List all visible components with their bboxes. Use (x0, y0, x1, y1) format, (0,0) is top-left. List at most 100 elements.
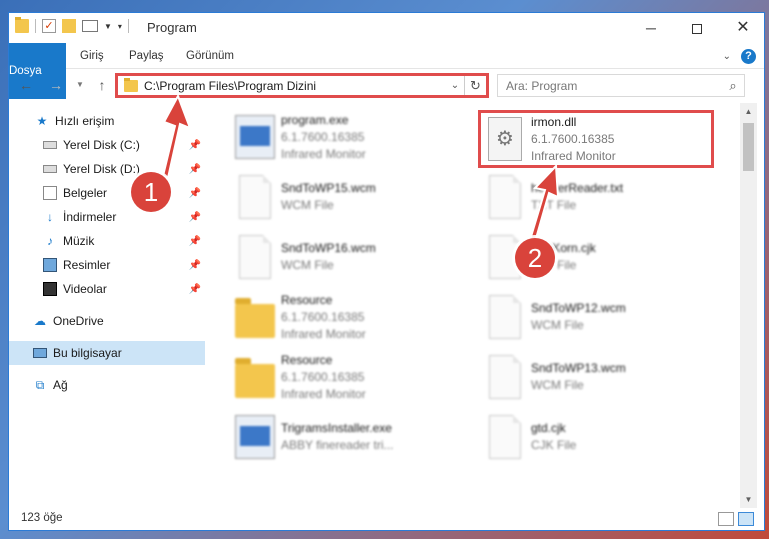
title-bar: ✓ ▼ ▾ Program ─ ✕ (9, 13, 764, 43)
scroll-down-icon[interactable]: ▼ (740, 491, 757, 508)
forward-button[interactable]: → (45, 75, 67, 95)
file-name: headerReader.txt (531, 181, 624, 195)
sidebar-item-downloads[interactable]: ↓ İndirmeler 📌 (9, 205, 205, 229)
document-icon (239, 235, 271, 279)
sidebar-item-this-pc[interactable]: Bu bilgisayar (9, 341, 205, 365)
file-item[interactable]: TrigramsInstaller.exe ABBY finereader tr… (229, 409, 469, 465)
document-icon (489, 295, 521, 339)
sidebar-item-documents[interactable]: Belgeler 📌 (9, 181, 205, 205)
customize-toolbar-icon[interactable]: ▾ (118, 22, 122, 31)
sidebar-item-local-disk-c[interactable]: Yerel Disk (C:) 📌 (9, 133, 205, 157)
pin-icon[interactable]: 📌 (189, 188, 201, 199)
minimize-button[interactable]: ─ (628, 13, 674, 43)
refresh-button[interactable]: ↻ (464, 76, 486, 95)
file-item-highlighted[interactable]: ⚙ irmon.dll 6.1.7600.16385 Infrared Moni… (479, 111, 719, 167)
file-item[interactable]: program.exe 6.1.7600.16385 Infrared Moni… (229, 109, 469, 165)
file-type: TXT File (531, 198, 577, 212)
new-folder-icon[interactable] (62, 19, 76, 33)
folder-icon (124, 77, 138, 92)
file-name: TrigramsInstaller.exe (281, 421, 392, 435)
pin-icon[interactable]: 📌 (189, 212, 201, 223)
pin-icon[interactable]: 📌 (189, 236, 201, 247)
sidebar-item-music[interactable]: ♪ Müzik 📌 (9, 229, 205, 253)
sidebar-item-onedrive[interactable]: ☁ OneDrive (9, 309, 205, 333)
downloads-icon: ↓ (47, 210, 53, 224)
file-name: SndToWP16.wcm (281, 241, 376, 255)
expand-ribbon-icon[interactable]: ⌄ (723, 51, 731, 62)
file-description: Infrared Monitor (281, 386, 366, 401)
file-name: irmon.dll (531, 114, 577, 129)
documents-icon (43, 186, 57, 200)
scroll-thumb[interactable] (743, 123, 754, 171)
quick-access-toolbar: ✓ ▼ ▾ (15, 17, 129, 33)
file-description: Infrared Monitor (281, 146, 366, 161)
file-version: 6.1.7600.16385 (531, 131, 615, 146)
recent-locations-button[interactable]: ▼ (69, 75, 91, 95)
up-button[interactable]: ↑ (91, 75, 113, 95)
toolbar-separator (127, 19, 129, 33)
file-item[interactable]: SndToWP16.wcm WCM File (229, 229, 469, 285)
window-title: Program (147, 20, 197, 35)
close-button[interactable]: ✕ (720, 13, 764, 43)
file-item[interactable]: SndToWP15.wcm WCM File (229, 169, 469, 225)
address-path[interactable]: C:\Program Files\Program Dizini (144, 79, 446, 93)
view-options-icon[interactable] (82, 20, 98, 32)
file-item[interactable]: SndToWP12.wcm WCM File (479, 289, 719, 345)
status-bar: 123 öğe (9, 508, 764, 530)
maximize-button[interactable] (674, 13, 720, 43)
star-icon: ★ (36, 114, 48, 128)
chevron-down-icon[interactable]: ⌄ (446, 80, 464, 91)
address-bar[interactable]: C:\Program Files\Program Dizini ⌄ ↻ (115, 73, 489, 98)
file-item[interactable]: gtd.cjk CJK File (479, 409, 719, 465)
sidebar-item-label: Videolar (63, 282, 107, 296)
file-type: WCM File (281, 198, 334, 212)
help-icon[interactable]: ? (741, 49, 756, 64)
back-button[interactable]: ← (15, 75, 37, 95)
sidebar-item-quick-access[interactable]: ★ Hızlı erişim (9, 109, 205, 133)
file-name: SndToWP12.wcm (531, 301, 626, 315)
folder-icon (235, 298, 275, 338)
sidebar-item-pictures[interactable]: Resimler 📌 (9, 253, 205, 277)
search-input[interactable] (498, 78, 722, 93)
file-item[interactable]: SndToWP13.wcm WCM File (479, 349, 719, 405)
file-item[interactable]: Resource 6.1.7600.16385 Infrared Monitor (229, 289, 469, 345)
pin-icon[interactable]: 📌 (189, 260, 201, 271)
exe-icon (235, 115, 275, 159)
drive-icon (43, 141, 57, 149)
folder-icon (235, 358, 275, 398)
tab-share[interactable]: Paylaş (129, 43, 164, 69)
tiles-view-icon[interactable] (738, 512, 754, 526)
network-icon: ⧉ (35, 378, 45, 392)
chevron-down-icon[interactable]: ▼ (104, 22, 112, 31)
sidebar-item-label: Bu bilgisayar (53, 346, 122, 360)
file-item[interactable]: Resource 6.1.7600.16385 Infrared Monitor (229, 349, 469, 405)
scroll-up-icon[interactable]: ▲ (740, 103, 757, 120)
tab-home[interactable]: Giriş (80, 43, 104, 69)
computer-icon (33, 348, 47, 358)
view-toggle (718, 512, 754, 526)
file-item[interactable]: headerReader.txt TXT File (479, 169, 719, 225)
properties-icon[interactable]: ✓ (42, 19, 56, 33)
sidebar-item-local-disk-d[interactable]: Yerel Disk (D:) 📌 (9, 157, 205, 181)
vertical-scrollbar[interactable]: ▲ ▼ (740, 103, 757, 508)
step-2-badge: 2 (515, 238, 555, 278)
file-name: Resource (281, 292, 333, 307)
file-name: SndToWP15.wcm (281, 181, 376, 195)
file-version: 6.1.7600.16385 (281, 369, 365, 384)
search-box[interactable]: ⌕ (497, 74, 745, 97)
installer-icon (235, 415, 275, 459)
file-type: CJK File (531, 438, 577, 452)
search-icon[interactable]: ⌕ (722, 78, 744, 94)
document-icon (489, 355, 521, 399)
sidebar-item-videos[interactable]: Videolar 📌 (9, 277, 205, 301)
pin-icon[interactable]: 📌 (189, 284, 201, 295)
sidebar-item-network[interactable]: ⧉ Ağ (9, 373, 205, 397)
toolbar-separator (35, 19, 36, 33)
pin-icon[interactable]: 📌 (189, 140, 201, 151)
pin-icon[interactable]: 📌 (189, 164, 201, 175)
file-description: Infrared Monitor (281, 326, 366, 341)
tab-view[interactable]: Görünüm (186, 43, 234, 69)
document-icon (489, 415, 521, 459)
details-view-icon[interactable] (718, 512, 734, 526)
document-icon (489, 175, 521, 219)
